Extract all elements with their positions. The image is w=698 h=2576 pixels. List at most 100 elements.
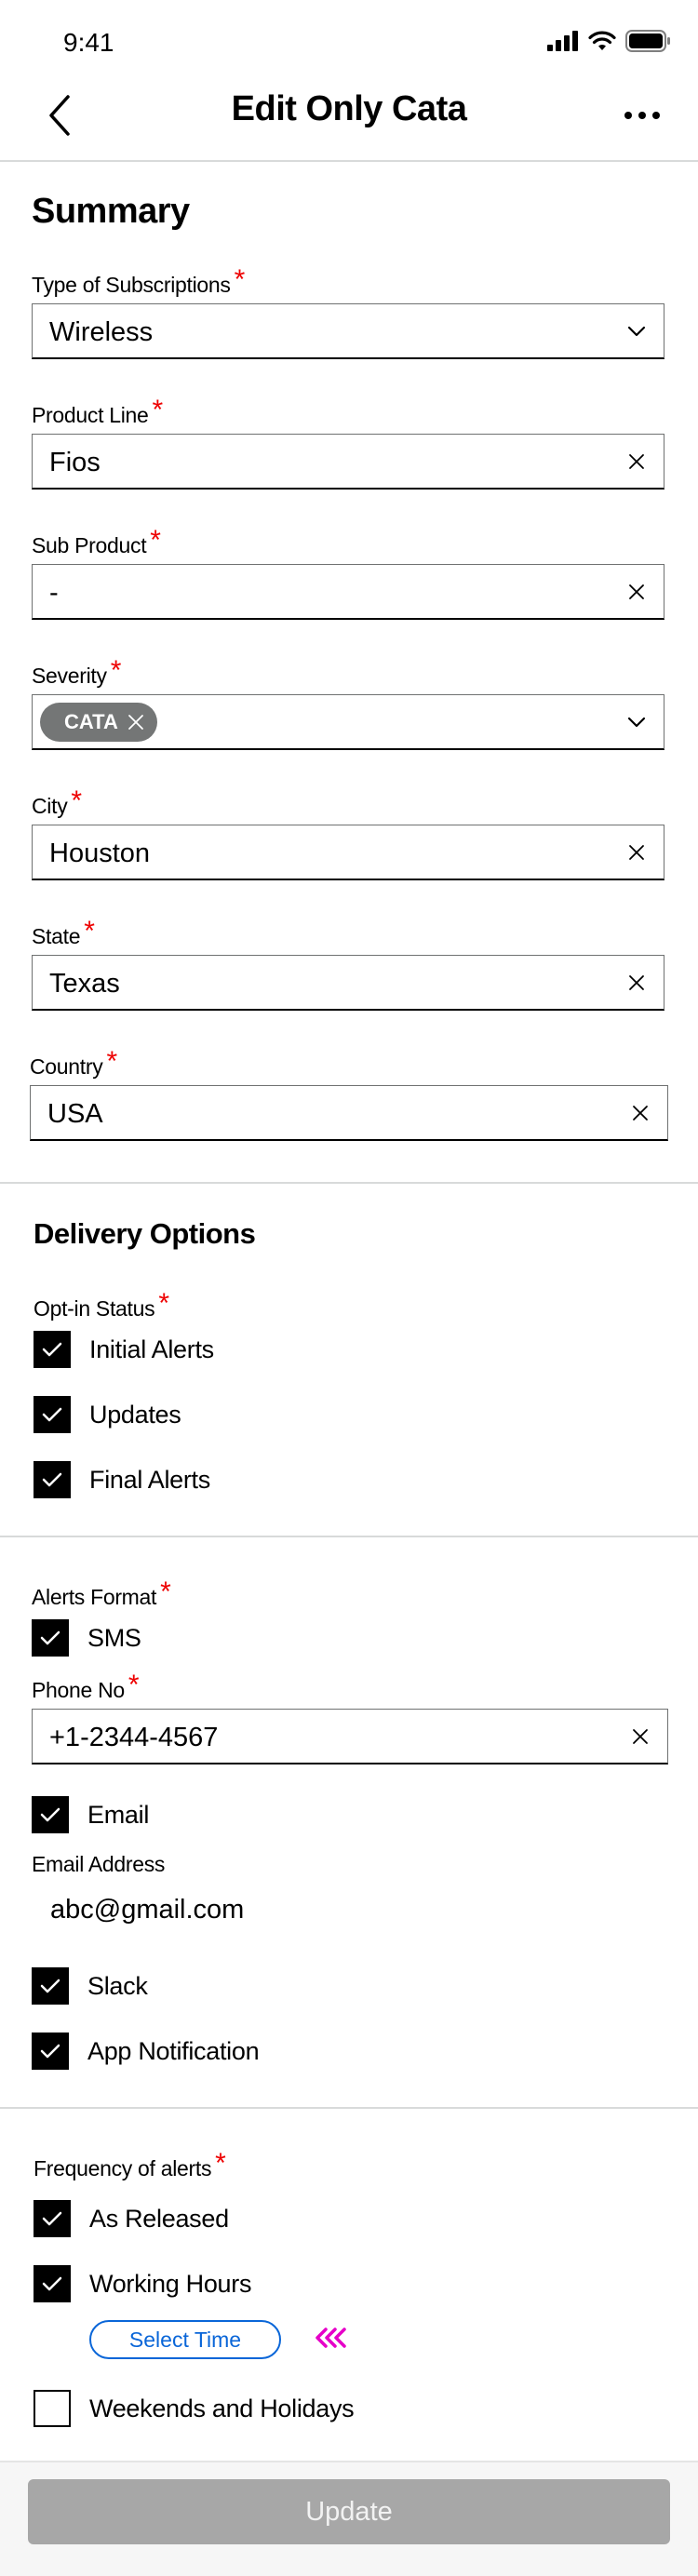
required-mark: * [110,655,122,686]
checkbox-checked-icon [34,1331,71,1368]
required-mark: * [84,916,95,946]
sub-product-label: Sub Product * [32,525,161,560]
state-label-text: State [32,924,81,948]
city-value: Houston [49,839,151,868]
severity-select[interactable]: CATA [32,694,664,750]
weekends-holidays-checkbox[interactable]: Weekends and Holidays [34,2390,355,2427]
country-value: USA [47,1099,103,1129]
delivery-options-heading: Delivery Options [34,1217,256,1250]
update-button[interactable]: Update [28,2479,670,2544]
phone-no-label: Phone No * [32,1670,140,1705]
required-mark: * [158,1288,169,1319]
wifi-icon [588,31,616,50]
clear-icon[interactable] [626,1723,654,1751]
checkbox-checked-icon [32,1967,69,2005]
section-divider [0,2107,698,2109]
state-value: Texas [49,969,120,999]
sub-product-value: - [49,578,59,608]
country-field[interactable]: USA [30,1085,668,1141]
country-label: Country * [30,1046,117,1081]
final-alerts-checkbox[interactable]: Final Alerts [34,1461,210,1498]
section-divider [0,1536,698,1537]
required-mark: * [152,395,164,425]
more-options-button[interactable] [614,87,670,143]
required-mark: * [71,785,82,816]
severity-chip[interactable]: CATA [40,703,157,742]
checkbox-checked-icon [32,1619,69,1657]
required-mark: * [234,264,246,295]
product-line-field[interactable]: Fios [32,434,664,490]
subscription-label-text: Type of Subscriptions [32,273,231,297]
city-label: City * [32,785,82,821]
more-horizontal-icon [624,112,660,119]
slack-checkbox[interactable]: Slack [32,1967,148,2005]
city-label-text: City [32,794,68,818]
email-label: Email [87,1800,150,1829]
required-mark: * [106,1046,117,1077]
clear-icon[interactable] [623,969,651,997]
triple-chevron-left-icon [315,2328,346,2348]
chevron-down-icon [623,317,651,345]
alerts-format-label-text: Alerts Format [32,1585,157,1609]
initial-alerts-label: Initial Alerts [89,1335,214,1363]
initial-alerts-checkbox[interactable]: Initial Alerts [34,1331,214,1368]
sub-product-label-text: Sub Product [32,533,147,557]
navigation-bar: Edit Only Cata [0,76,698,162]
subscription-select[interactable]: Wireless [32,303,664,359]
severity-label: Severity * [32,655,121,691]
email-checkbox[interactable]: Email [32,1796,149,1833]
product-line-label: Product Line * [32,395,164,430]
chip-remove-icon[interactable] [128,714,144,731]
phone-no-field[interactable]: +1-2344-4567 [32,1709,668,1764]
clear-icon[interactable] [626,1099,654,1127]
section-divider [0,1182,698,1184]
email-address-label: Email Address [32,1852,166,1876]
email-address-value[interactable]: abc@gmail.com [50,1895,244,1925]
app-notification-label: App Notification [87,2036,260,2065]
product-line-value: Fios [49,448,101,477]
slack-label: Slack [87,1971,148,2000]
required-mark: * [128,1670,140,1700]
city-field[interactable]: Houston [32,825,664,880]
checkbox-checked-icon [32,1796,69,1833]
summary-heading: Summary [32,192,190,231]
clear-icon[interactable] [623,448,651,476]
checkbox-checked-icon [34,1396,71,1433]
sms-checkbox[interactable]: SMS [32,1619,141,1657]
checkbox-checked-icon [34,2265,71,2302]
sub-product-field[interactable]: - [32,564,664,620]
as-released-checkbox[interactable]: As Released [34,2200,229,2237]
chevron-down-icon [623,708,651,736]
state-label: State * [32,916,95,951]
updates-checkbox[interactable]: Updates [34,1396,181,1433]
state-field[interactable]: Texas [32,955,664,1011]
severity-chip-label: CATA [64,710,118,733]
status-bar: 9:41 [0,0,698,82]
cellular-signal-icon [547,31,578,51]
subscription-label: Type of Subscriptions * [32,264,245,300]
battery-icon [625,30,670,52]
clear-icon[interactable] [623,578,651,606]
status-time: 9:41 [63,28,114,57]
working-hours-label: Working Hours [89,2269,252,2298]
product-line-label-text: Product Line [32,403,149,427]
checkbox-checked-icon [34,2200,71,2237]
as-released-label: As Released [89,2204,229,2233]
app-notification-checkbox[interactable]: App Notification [32,2033,260,2070]
clear-icon[interactable] [623,839,651,866]
sms-label: SMS [87,1623,141,1652]
final-alerts-label: Final Alerts [89,1465,210,1494]
severity-label-text: Severity [32,664,107,688]
subscription-value: Wireless [49,317,154,347]
select-time-button[interactable]: Select Time [89,2320,281,2359]
country-label-text: Country [30,1054,103,1079]
checkbox-checked-icon [32,2033,69,2070]
checkbox-unchecked-icon [34,2390,71,2427]
checkbox-checked-icon [34,1461,71,1498]
phone-no-value: +1-2344-4567 [49,1723,219,1752]
weekends-holidays-label: Weekends and Holidays [89,2394,355,2422]
opt-in-status-label: Opt-in Status * [34,1288,169,1323]
page-title: Edit Only Cata [231,89,467,128]
working-hours-checkbox[interactable]: Working Hours [34,2265,251,2302]
frequency-label-text: Frequency of alerts [34,2156,212,2180]
